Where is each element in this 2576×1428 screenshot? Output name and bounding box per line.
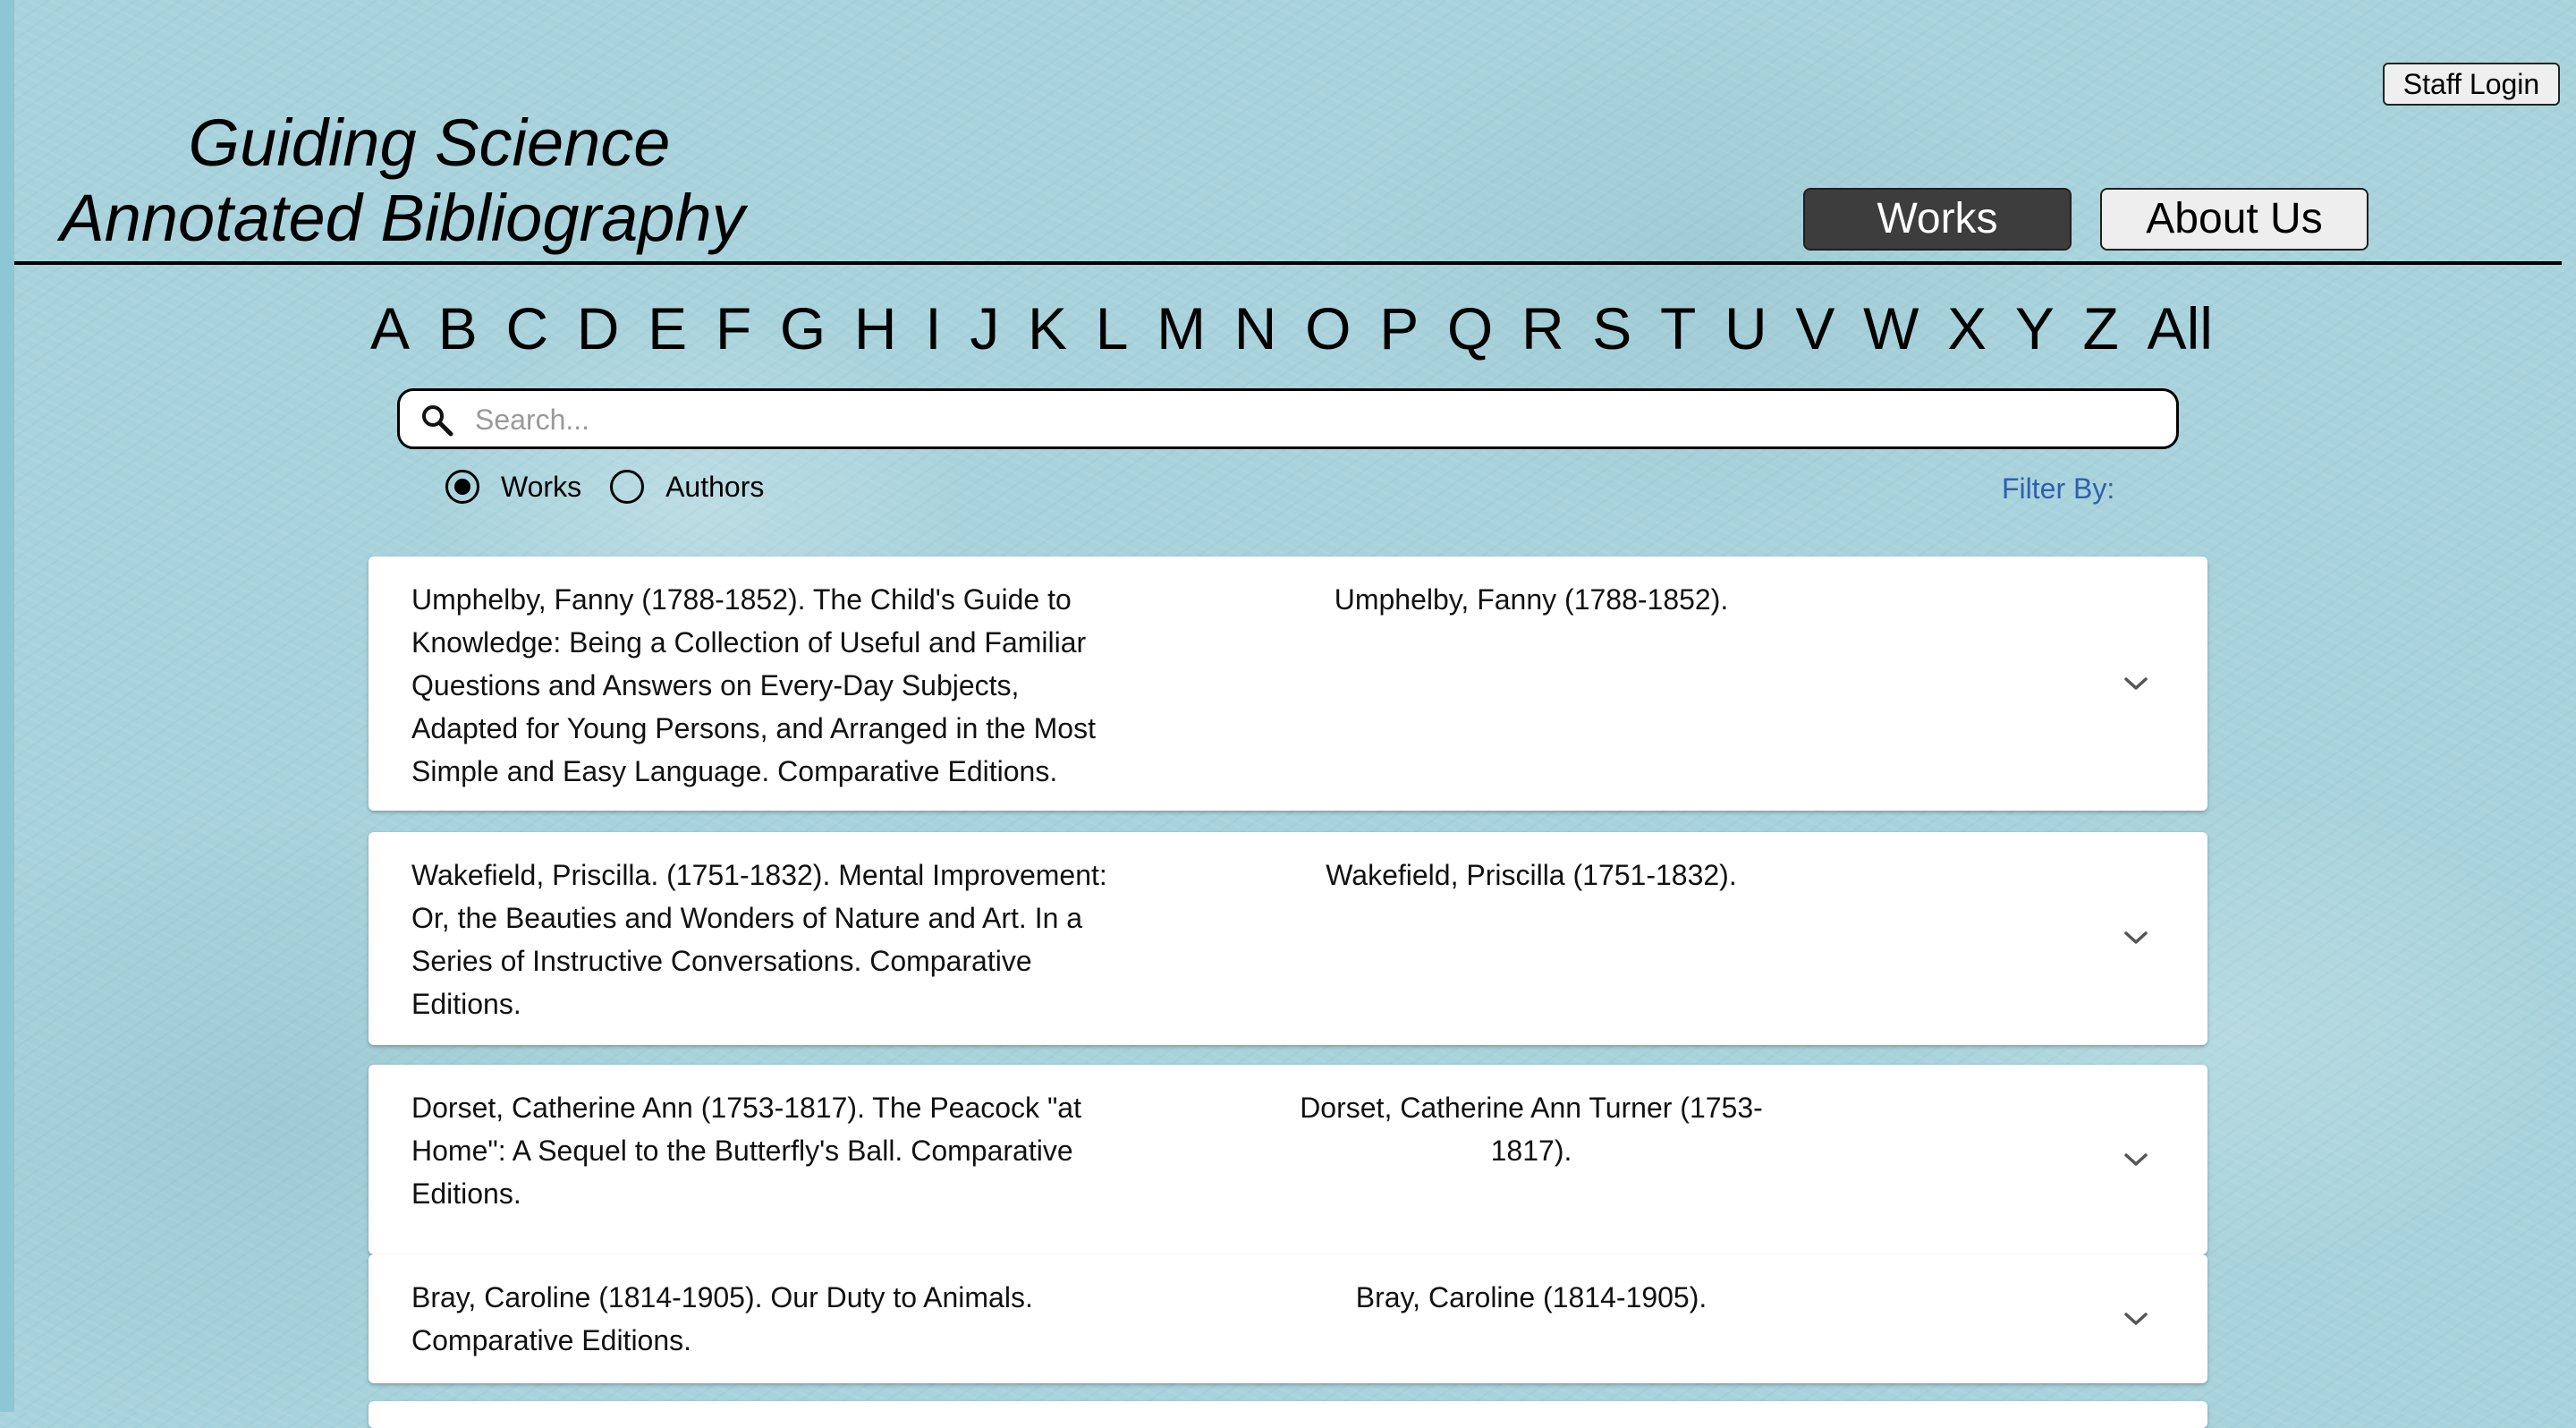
- search-mode-radio-group: Works Authors: [445, 467, 792, 506]
- letter-e-link[interactable]: E: [648, 288, 687, 369]
- letter-o-link[interactable]: O: [1305, 288, 1351, 369]
- chevron-down-icon[interactable]: [2122, 1310, 2150, 1328]
- letter-all-link[interactable]: All: [2148, 288, 2213, 369]
- radio-works-circle[interactable]: [445, 470, 479, 504]
- radio-authors[interactable]: Authors: [610, 470, 764, 504]
- search-input[interactable]: [473, 396, 2158, 443]
- letter-c-link[interactable]: C: [505, 288, 548, 369]
- letter-m-link[interactable]: M: [1157, 288, 1206, 369]
- radio-authors-circle[interactable]: [610, 470, 645, 504]
- site-title-line2: Annotated Bibliography: [60, 181, 745, 255]
- letter-l-link[interactable]: L: [1096, 288, 1129, 369]
- radio-works[interactable]: Works: [445, 470, 581, 504]
- chevron-down-icon[interactable]: [2122, 929, 2150, 947]
- letter-f-link[interactable]: F: [716, 288, 751, 369]
- result-author: Dorset, Catherine Ann Turner (1753-1817)…: [1300, 1092, 1763, 1167]
- result-author: Umphelby, Fanny (1788-1852).: [1334, 583, 1729, 616]
- result-card[interactable]: Umphelby, Fanny (1788-1852). The Child's…: [369, 557, 2207, 811]
- letter-t-link[interactable]: T: [1660, 288, 1696, 369]
- result-title: Wakefield, Priscilla. (1751-1832). Menta…: [411, 859, 1107, 1020]
- chevron-down-icon[interactable]: [2122, 675, 2150, 693]
- letter-g-link[interactable]: G: [780, 288, 826, 369]
- chevron-down-icon[interactable]: [2122, 1151, 2150, 1169]
- letter-v-link[interactable]: V: [1795, 288, 1835, 369]
- alphabet-filter: A B C D E F G H I J K L M N O P Q R S T …: [370, 288, 2213, 369]
- letter-r-link[interactable]: R: [1521, 288, 1564, 369]
- result-title: Bray, Caroline (1814-1905). Our Duty to …: [411, 1281, 1033, 1356]
- letter-h-link[interactable]: H: [854, 288, 897, 369]
- result-card[interactable]: Bray, Caroline (1814-1905). Our Duty to …: [369, 1254, 2207, 1383]
- letter-w-link[interactable]: W: [1863, 288, 1919, 369]
- letter-z-link[interactable]: Z: [2083, 288, 2119, 369]
- radio-works-label: Works: [501, 470, 582, 503]
- result-card[interactable]: Dorset, Catherine Ann (1753-1817). The P…: [369, 1065, 2207, 1254]
- letter-u-link[interactable]: U: [1724, 288, 1767, 369]
- letter-b-link[interactable]: B: [438, 288, 478, 369]
- letter-p-link[interactable]: P: [1379, 288, 1419, 369]
- result-card-partial[interactable]: [369, 1401, 2207, 1428]
- result-author: Wakefield, Priscilla (1751-1832).: [1326, 859, 1737, 891]
- letter-d-link[interactable]: D: [577, 288, 620, 369]
- nav-about-us-button[interactable]: About Us: [2100, 188, 2368, 251]
- letter-q-link[interactable]: Q: [1447, 288, 1493, 369]
- filter-by-toggle[interactable]: Filter By:: [2002, 472, 2114, 506]
- letter-x-link[interactable]: X: [1947, 288, 1987, 369]
- staff-login-button[interactable]: Staff Login: [2383, 63, 2560, 106]
- header-divider: [14, 261, 2562, 265]
- letter-n-link[interactable]: N: [1234, 288, 1277, 369]
- result-author: Bray, Caroline (1814-1905).: [1355, 1281, 1707, 1313]
- letter-i-link[interactable]: I: [925, 288, 941, 369]
- result-title: Umphelby, Fanny (1788-1852). The Child's…: [411, 583, 1096, 787]
- search-bar: [397, 388, 2179, 449]
- search-icon: [422, 405, 453, 437]
- letter-s-link[interactable]: S: [1592, 288, 1631, 369]
- site-title[interactable]: Guiding Science Annotated Bibliography: [36, 106, 823, 256]
- radio-authors-label: Authors: [665, 470, 765, 503]
- letter-y-link[interactable]: Y: [2015, 288, 2055, 369]
- letter-a-link[interactable]: A: [370, 288, 410, 369]
- letter-j-link[interactable]: J: [970, 288, 999, 369]
- nav-works-button[interactable]: Works: [1803, 188, 2072, 251]
- letter-k-link[interactable]: K: [1028, 288, 1067, 369]
- result-title: Dorset, Catherine Ann (1753-1817). The P…: [411, 1092, 1081, 1210]
- site-title-line1: Guiding Science: [188, 106, 671, 180]
- result-card[interactable]: Wakefield, Priscilla. (1751-1832). Menta…: [369, 832, 2207, 1045]
